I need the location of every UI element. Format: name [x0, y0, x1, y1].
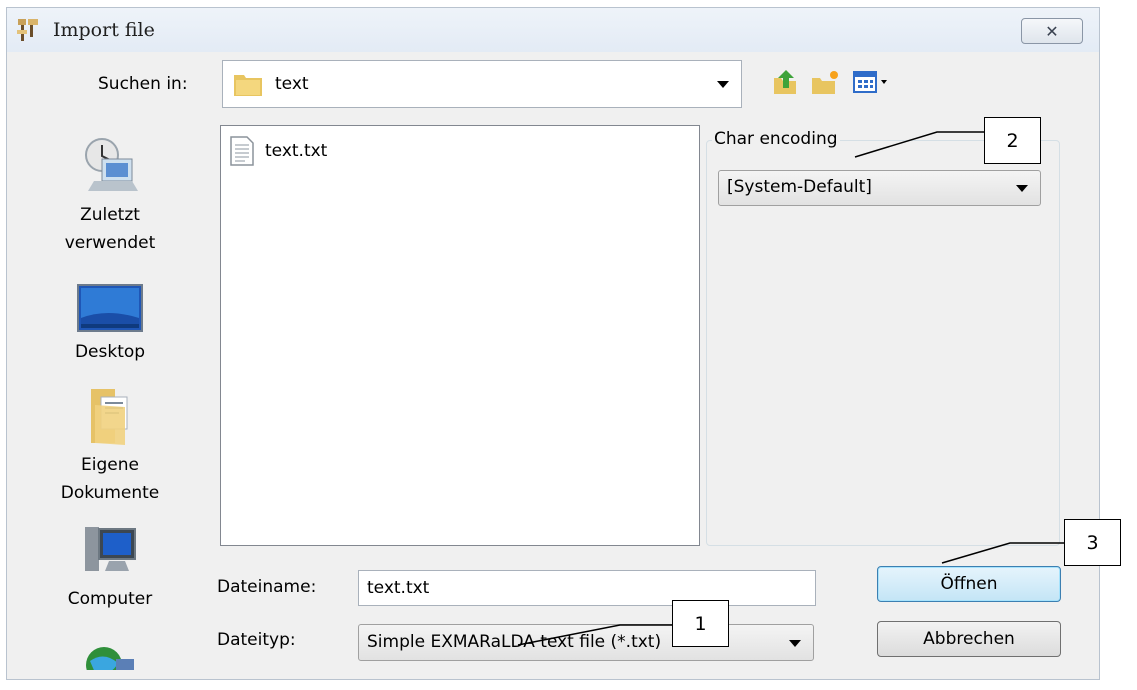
- filename-field[interactable]: text.txt: [358, 570, 816, 606]
- look-in-label: Suchen in:: [98, 74, 188, 94]
- place-documents-label-1: Eigene: [81, 455, 139, 475]
- callout-3: 3: [1064, 519, 1121, 566]
- place-desktop-label: Desktop: [74, 342, 146, 362]
- filetype-value: Simple EXMARaLDA text file (*.txt): [367, 632, 662, 652]
- folder-up-icon[interactable]: [772, 68, 800, 96]
- view-menu-icon[interactable]: [852, 68, 896, 96]
- char-encoding-value: [System-Default]: [727, 177, 872, 197]
- place-computer[interactable]: Computer: [30, 525, 190, 613]
- title-bar: Import file ✕: [7, 8, 1099, 52]
- filetype-label: Dateityp:: [217, 630, 296, 650]
- close-icon: ✕: [1045, 21, 1059, 41]
- look-in-combo[interactable]: text: [222, 60, 742, 108]
- place-documents[interactable]: Eigene Dokumente: [30, 385, 190, 507]
- computer-icon: [85, 527, 136, 571]
- recent-places-icon: [85, 138, 138, 191]
- place-computer-label: Computer: [67, 589, 153, 609]
- cancel-button[interactable]: Abbrechen: [877, 621, 1061, 657]
- filename-value: text.txt: [367, 578, 430, 598]
- char-encoding-select[interactable]: [System-Default]: [718, 170, 1041, 206]
- place-recent[interactable]: Zuletzt verwendet: [30, 135, 190, 257]
- filename-label: Dateiname:: [217, 577, 317, 597]
- file-list[interactable]: text.txt: [220, 125, 700, 546]
- place-desktop[interactable]: Desktop: [30, 284, 190, 366]
- look-in-value: text: [275, 74, 309, 94]
- chevron-down-icon: [717, 81, 729, 88]
- app-icon: [17, 19, 38, 41]
- places-bar: Zuletzt verwendet Desktop Eigene Dokumen…: [30, 121, 190, 670]
- new-folder-icon[interactable]: [810, 68, 840, 96]
- place-documents-label-2: Dokumente: [60, 483, 160, 503]
- place-recent-label-2: verwendet: [64, 233, 156, 253]
- open-button[interactable]: Öffnen: [877, 566, 1061, 602]
- file-name: text.txt: [265, 141, 328, 161]
- close-button[interactable]: ✕: [1021, 18, 1083, 44]
- callout-2: 2: [984, 117, 1041, 164]
- network-icon: [86, 647, 134, 670]
- callout-1: 1: [672, 600, 729, 647]
- chevron-down-icon: [789, 639, 801, 647]
- char-encoding-legend: Char encoding: [712, 129, 840, 149]
- folder-icon: [234, 75, 262, 96]
- place-network[interactable]: [30, 641, 190, 670]
- filetype-select[interactable]: Simple EXMARaLDA text file (*.txt): [358, 624, 814, 661]
- chevron-down-icon: [1016, 185, 1028, 192]
- dialog-title: Import file: [53, 19, 155, 41]
- place-recent-label-1: Zuletzt: [80, 205, 140, 225]
- text-file-icon: [230, 136, 254, 166]
- desktop-icon: [77, 284, 143, 332]
- file-item[interactable]: text.txt: [229, 136, 327, 166]
- documents-icon: [91, 389, 128, 445]
